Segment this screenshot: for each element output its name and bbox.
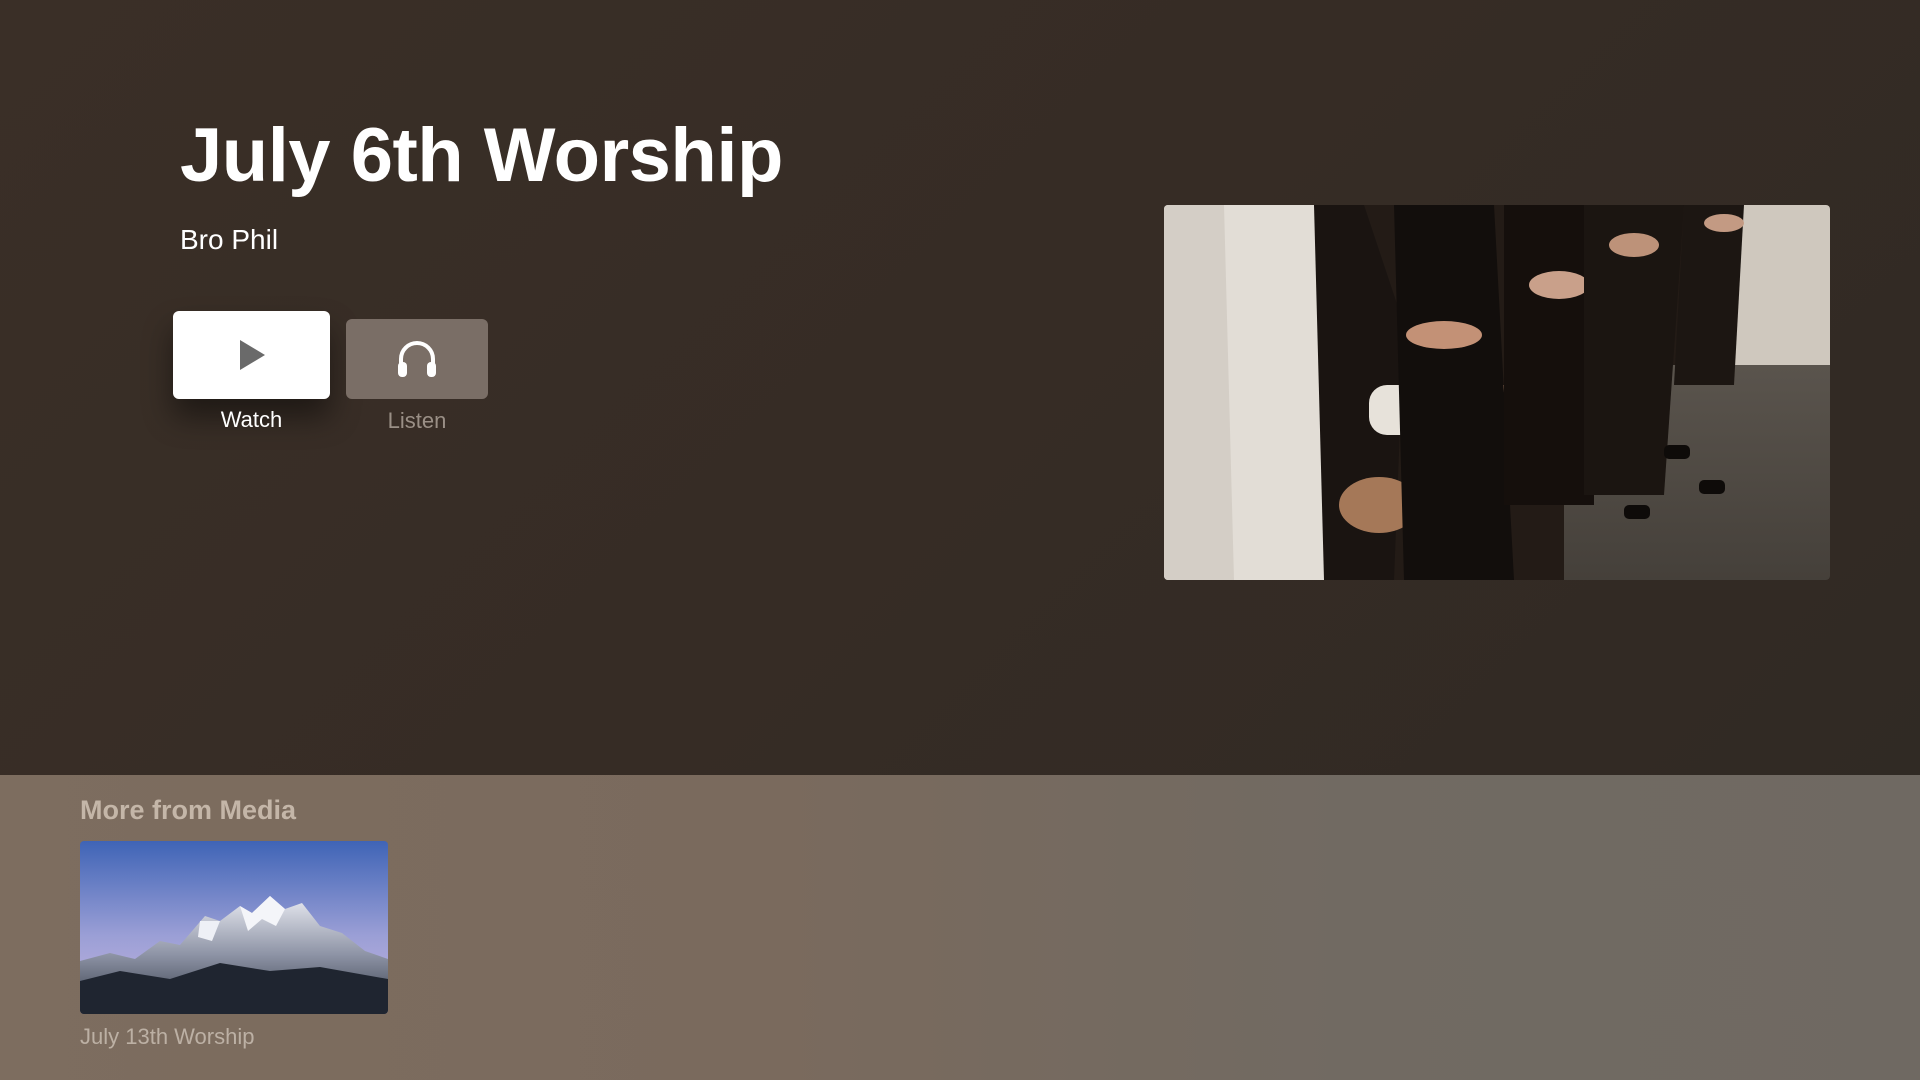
page-title: July 6th Worship bbox=[180, 113, 783, 198]
mountain-landscape-photo[interactable] bbox=[80, 841, 388, 1014]
more-from-media-shelf: More from Media July 13th Worship bbox=[0, 775, 1920, 1080]
shelf-item-label[interactable]: July 13th Worship bbox=[80, 1024, 388, 1050]
watch-label: Watch bbox=[220, 407, 283, 432]
headphones-icon bbox=[398, 341, 436, 377]
watch-button-tile[interactable] bbox=[173, 311, 330, 399]
media-detail-screen: July 6th Worship Bro Phil Watch Listen M… bbox=[0, 0, 1920, 1080]
worship-congregation-photo bbox=[1164, 205, 1830, 580]
listen-button-tile[interactable] bbox=[346, 319, 488, 399]
shelf-item[interactable]: July 13th Worship bbox=[80, 841, 388, 1050]
listen-label: Listen bbox=[387, 408, 447, 433]
watch-button[interactable]: Watch bbox=[173, 311, 330, 433]
speaker-name: Bro Phil bbox=[180, 224, 279, 255]
play-icon bbox=[239, 340, 265, 370]
listen-button[interactable]: Listen bbox=[346, 319, 488, 434]
shelf-title: More from Media bbox=[80, 795, 297, 825]
